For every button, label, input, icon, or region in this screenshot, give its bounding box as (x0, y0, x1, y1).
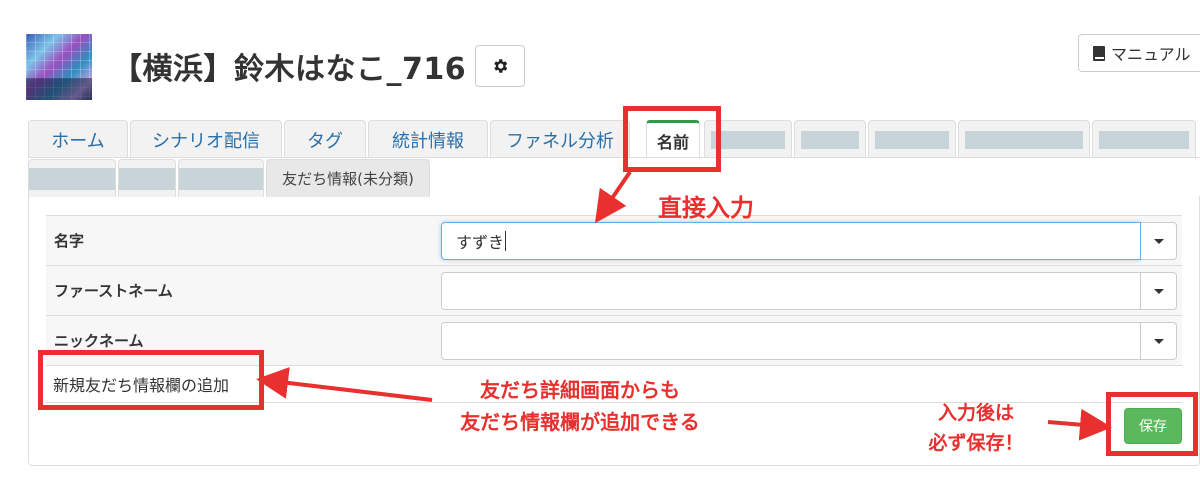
caret-down-icon (1153, 238, 1164, 244)
firstname-dropdown-button[interactable] (1141, 272, 1177, 310)
tab-redacted[interactable] (958, 120, 1090, 158)
gear-icon (494, 59, 508, 73)
caret-down-icon (1153, 338, 1164, 344)
tab-redacted[interactable] (794, 120, 866, 158)
caret-down-icon (1153, 288, 1164, 294)
highlight-save-button (1106, 392, 1198, 456)
subtab-redacted[interactable] (178, 159, 264, 197)
tab-redacted[interactable] (868, 120, 956, 158)
tab-redacted[interactable] (1092, 120, 1196, 158)
form-row-lastname: 名字 すずき (46, 215, 1182, 265)
tab-scenario[interactable]: シナリオ配信 (130, 120, 282, 158)
lastname-value: すずき (456, 233, 505, 252)
lastname-label: 名字 (54, 232, 85, 250)
tab-home[interactable]: ホーム (28, 120, 128, 158)
settings-button[interactable] (475, 45, 525, 87)
highlight-add-link (38, 350, 264, 410)
highlight-name-tab (623, 106, 721, 172)
tab-funnel[interactable]: ファネル分析 (490, 120, 630, 158)
book-icon (1093, 45, 1105, 61)
firstname-input[interactable] (441, 272, 1141, 310)
annotation-direct-input: 直接入力 (658, 194, 754, 222)
manual-label: マニュアル (1111, 45, 1191, 64)
tab-tags[interactable]: タグ (284, 120, 366, 158)
form-row-firstname: ファーストネーム (46, 265, 1182, 315)
subtab-redacted[interactable] (28, 159, 116, 197)
manual-button[interactable]: マニュアル (1078, 34, 1200, 72)
annotation-add-note-line1: 友だち詳細画面からも (480, 378, 680, 402)
tab-stats[interactable]: 統計情報 (368, 120, 488, 158)
annotation-save-note-line2: 必ず保存！ (928, 432, 1024, 454)
avatar (26, 34, 92, 100)
subtab-friend-info[interactable]: 友だち情報(未分類) (266, 159, 430, 197)
page-title: 【横浜】鈴木はなこ_716 (112, 52, 467, 87)
nickname-input[interactable] (441, 322, 1141, 360)
nickname-dropdown-button[interactable] (1141, 322, 1177, 360)
annotation-save-note-line1: 入力後は (937, 402, 1014, 424)
lastname-input[interactable]: すずき (441, 222, 1141, 260)
tabs-divider (28, 157, 1200, 158)
lastname-dropdown-button[interactable] (1141, 222, 1177, 260)
annotation-add-note-line2: 友だち情報欄が追加できる (460, 410, 700, 434)
nickname-label: ニックネーム (54, 332, 144, 350)
subtab-redacted[interactable] (118, 159, 176, 197)
firstname-label: ファーストネーム (54, 282, 173, 300)
